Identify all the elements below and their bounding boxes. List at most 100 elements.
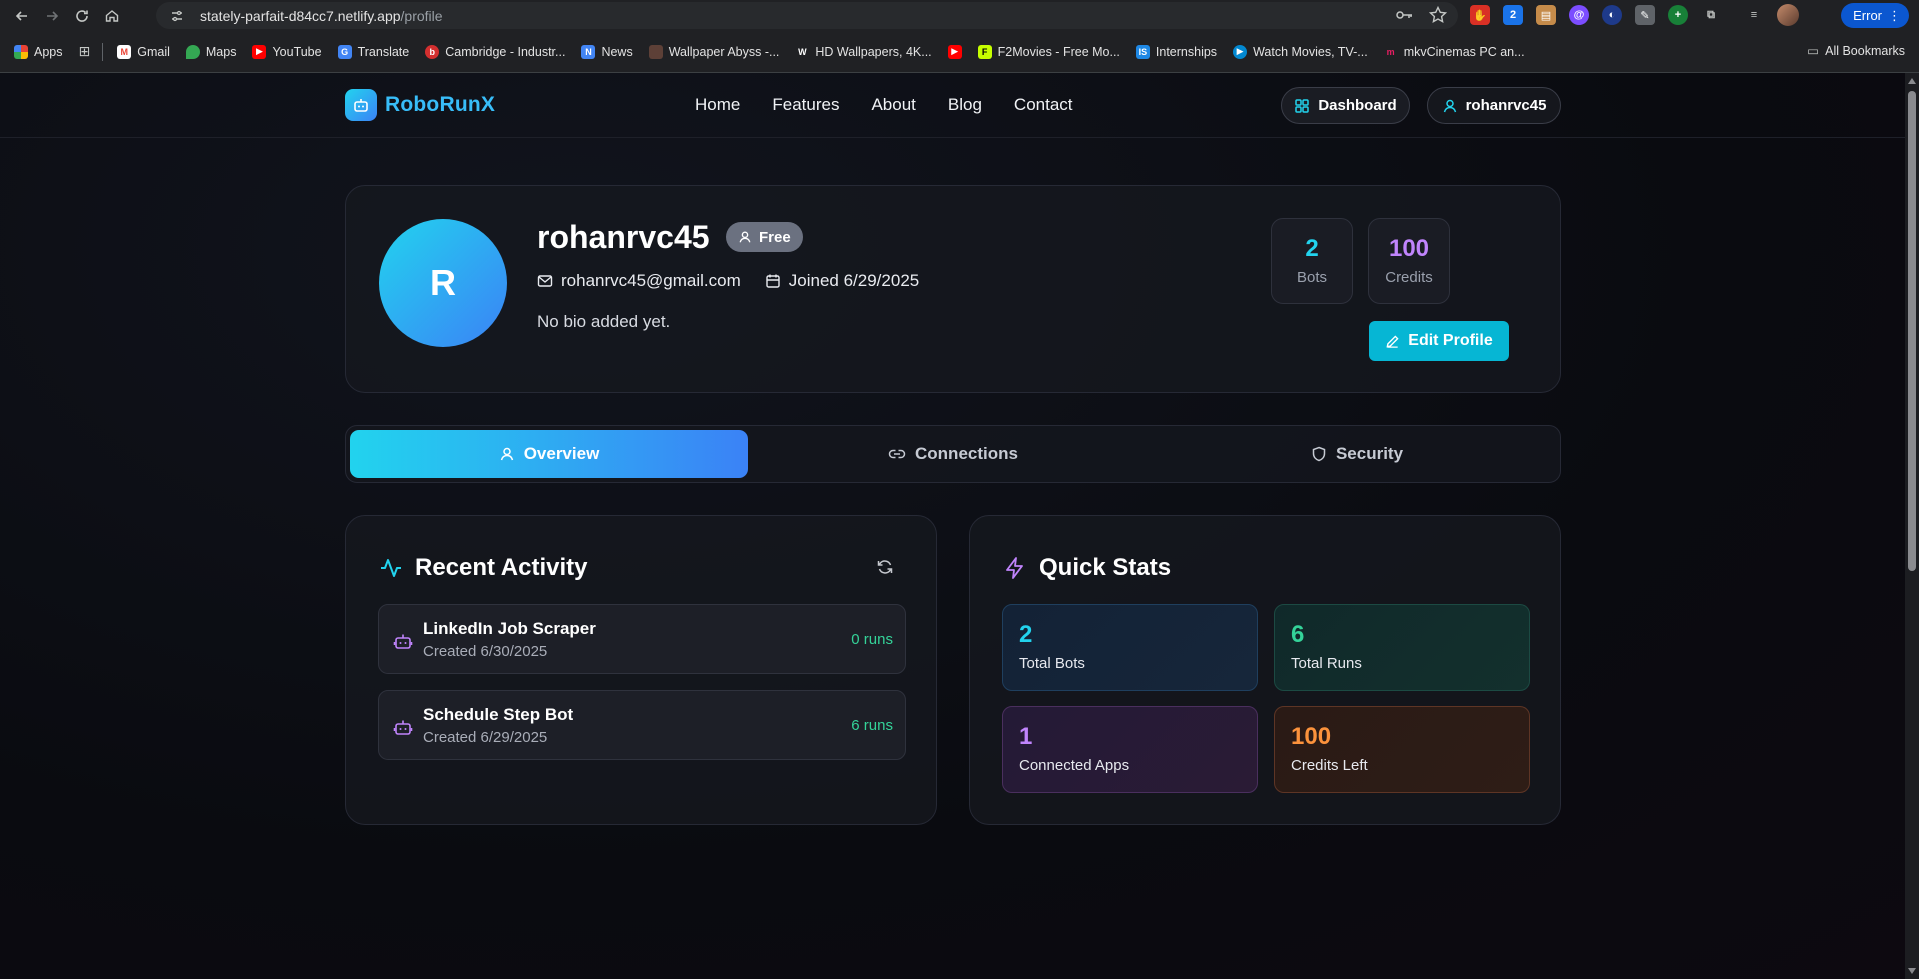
reload-icon[interactable] <box>67 1 97 31</box>
activity-runs: 0 runs <box>851 631 893 648</box>
stat-total-runs: 6 Total Runs <box>1274 604 1530 691</box>
nav-contact[interactable]: Contact <box>1014 95 1073 115</box>
scroll-thumb[interactable] <box>1908 91 1916 571</box>
recent-activity-title: Recent Activity <box>415 554 588 581</box>
profile-meta: rohanrvc45@gmail.com Joined 6/29/2025 <box>537 271 919 291</box>
stat-value: 6 <box>1291 621 1305 648</box>
bookmark-item[interactable]: N News <box>581 44 633 59</box>
stat-value: 1 <box>1019 723 1033 750</box>
brand-name: RoboRunX <box>385 93 496 116</box>
stat-value: 100 <box>1291 723 1332 750</box>
profile-avatar[interactable] <box>1777 4 1799 26</box>
password-key-icon[interactable] <box>1394 5 1414 30</box>
nav-home[interactable]: Home <box>695 95 740 115</box>
scroll-up-arrow[interactable] <box>1908 78 1916 84</box>
extension-notes-icon[interactable]: ▤ <box>1536 5 1556 25</box>
shield-icon <box>1312 446 1326 462</box>
extensions-puzzle-icon[interactable]: ⧉ <box>1701 5 1721 25</box>
brand[interactable]: RoboRunX <box>345 89 495 121</box>
site-header: RoboRunX Home Features About Blog Contac… <box>0 73 1905 138</box>
news-icon: N <box>581 44 596 59</box>
bookmark-item[interactable]: Maps <box>185 44 236 59</box>
bookmark-item[interactable]: ▶ <box>947 44 962 59</box>
scroll-down-arrow[interactable] <box>1908 968 1916 974</box>
home-icon[interactable] <box>97 1 127 31</box>
nav-features[interactable]: Features <box>772 95 839 115</box>
extension-at-icon[interactable]: @ <box>1569 5 1589 25</box>
bookmark-item[interactable]: W HD Wallpapers, 4K... <box>795 45 932 59</box>
url-text: stately-parfait-d84cc7.netlify.app/profi… <box>200 7 443 24</box>
dashboard-button[interactable]: Dashboard <box>1281 87 1410 124</box>
stat-credits-left: 100 Credits Left <box>1274 706 1530 793</box>
tab-overview[interactable]: Overview <box>350 430 748 478</box>
bookmark-item[interactable]: F F2Movies - Free Mo... <box>977 44 1120 59</box>
profile-email: rohanrvc45@gmail.com <box>537 271 741 291</box>
extension-adblock-icon[interactable]: ✋ <box>1470 5 1490 25</box>
stat-label: Bots <box>1296 269 1327 286</box>
activity-item[interactable]: LinkedIn Job Scraper Created 6/30/2025 0… <box>378 604 906 674</box>
tab-label: Connections <box>915 444 1018 463</box>
page-scrollbar[interactable] <box>1905 73 1919 979</box>
extension-plus-icon[interactable]: + <box>1668 5 1688 25</box>
gmail-icon: M <box>117 44 132 59</box>
bookmark-item[interactable]: ▶ YouTube <box>252 44 322 59</box>
bookmark-item[interactable]: Apps <box>14 44 63 59</box>
mail-icon <box>537 275 553 287</box>
stat-label: Connected Apps <box>1019 757 1130 774</box>
bookmark-item[interactable]: b Cambridge - Industr... <box>425 44 565 59</box>
refresh-icon[interactable] <box>876 558 896 578</box>
youtube-icon: ▶ <box>252 44 267 59</box>
bookmark-item[interactable]: Wallpaper Abyss -... <box>648 44 779 59</box>
tab-label: Security <box>1335 444 1404 463</box>
nav-about[interactable]: About <box>871 95 915 115</box>
translate-icon: G <box>337 44 352 59</box>
user-icon <box>739 231 751 243</box>
folder-icon: ▭ <box>1807 44 1820 58</box>
bookmark-item[interactable]: IS Internships <box>1135 44 1217 59</box>
extension-moon-icon[interactable]: ◐ <box>1602 5 1622 25</box>
extension-two-icon[interactable]: 2 <box>1503 5 1523 25</box>
tab-security[interactable]: Security <box>1158 430 1556 478</box>
robot-logo-icon <box>345 89 377 121</box>
reading-list-icon[interactable]: ≡ <box>1744 5 1764 25</box>
user-menu-button[interactable]: rohanrvc45 <box>1427 87 1561 124</box>
bookmark-item[interactable]: ▶ Watch Movies, TV-... <box>1233 44 1368 59</box>
page: RoboRunX Home Features About Blog Contac… <box>0 73 1905 979</box>
profile-card: R rohanrvc45 Free rohanrvc45@gmail.com J… <box>345 185 1561 393</box>
bookmark-item[interactable]: M Gmail <box>117 44 170 59</box>
plan-badge: Free <box>726 222 803 252</box>
user-menu-label: rohanrvc45 <box>1465 97 1547 114</box>
activity-pulse-icon <box>381 559 401 577</box>
all-bookmarks[interactable]: ▭ All Bookmarks <box>1807 43 1905 59</box>
stat-bots: 2 Bots <box>1271 218 1353 304</box>
bookmark-item[interactable]: G Translate <box>337 44 409 59</box>
email-text: rohanrvc45@gmail.com <box>561 271 741 290</box>
activity-item[interactable]: Schedule Step Bot Created 6/29/2025 6 ru… <box>378 690 906 760</box>
stat-label: Total Bots <box>1019 655 1085 672</box>
bookmark-item[interactable]: m mkvCinemas PC an... <box>1384 45 1525 59</box>
error-button[interactable]: Error ⋮ <box>1841 3 1909 28</box>
site-info-icon[interactable] <box>166 5 188 27</box>
extension-pen-icon[interactable]: ✎ <box>1635 5 1655 25</box>
bookmark-separator <box>102 42 104 61</box>
address-bar[interactable]: stately-parfait-d84cc7.netlify.app/profi… <box>156 2 1458 29</box>
link-icon <box>888 449 906 459</box>
tab-groups-icon[interactable]: ⊞ <box>79 43 91 60</box>
calendar-icon <box>766 274 780 288</box>
activity-runs: 6 runs <box>851 717 893 734</box>
back-icon[interactable] <box>7 1 37 31</box>
activity-name: LinkedIn Job Scraper <box>423 619 596 638</box>
edit-profile-button[interactable]: Edit Profile <box>1369 321 1509 361</box>
nav-blog[interactable]: Blog <box>948 95 982 115</box>
cambridge-icon: b <box>425 44 440 59</box>
quick-stats-title: Quick Stats <box>1039 554 1172 581</box>
profile-joined: Joined 6/29/2025 <box>765 271 919 291</box>
bookmark-star-icon[interactable] <box>1428 5 1448 30</box>
more-vert-icon[interactable]: ⋮ <box>1888 8 1901 24</box>
forward-icon[interactable] <box>37 1 67 31</box>
tab-connections[interactable]: Connections <box>754 430 1152 478</box>
stat-value: 2 <box>1019 621 1033 648</box>
quick-stats-card: Quick Stats 2 Total Bots 6 Total Runs 1 … <box>969 515 1561 825</box>
stat-credits: 100 Credits <box>1368 218 1450 304</box>
f2movies-icon: F <box>977 44 992 59</box>
